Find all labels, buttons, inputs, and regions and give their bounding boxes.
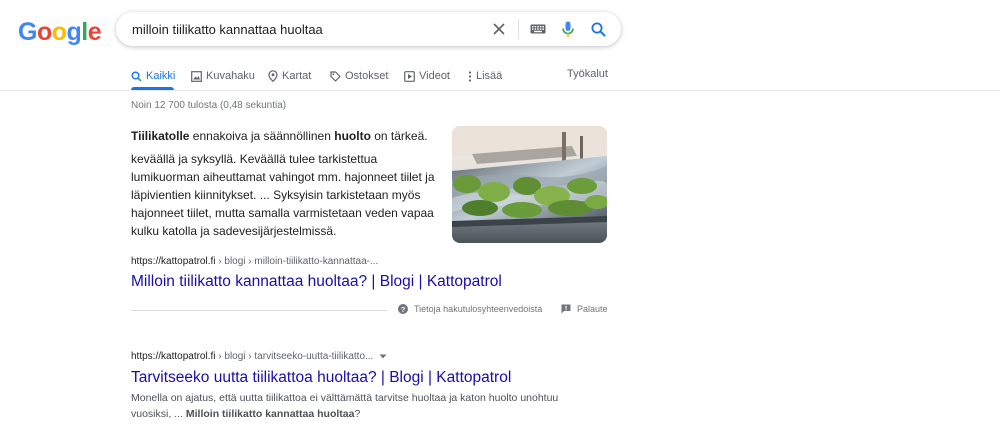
keyboard-icon — [530, 24, 546, 34]
featured-snippet-image[interactable] — [452, 126, 607, 243]
help-icon: ? — [398, 304, 408, 314]
google-logo[interactable]: Google — [18, 18, 102, 47]
tools-button[interactable]: Työkalut — [567, 68, 608, 80]
logo-letter: o — [36, 18, 52, 46]
svg-text:?: ? — [401, 305, 406, 314]
tab-kuvahaku[interactable]: Kuvahaku — [191, 68, 255, 84]
tab-kaikki[interactable]: Kaikki — [131, 68, 175, 84]
tab-label: Kuvahaku — [206, 70, 255, 82]
heading-text: on tärkeä. — [370, 129, 428, 143]
video-icon — [404, 70, 415, 82]
header-divider — [0, 90, 1000, 91]
snippet-bold: Milloin tiilikatto kannattaa huoltaa — [185, 408, 355, 420]
search-button[interactable] — [583, 12, 613, 46]
result-stats: Noin 12 700 tulosta (0,48 sekuntia) — [131, 100, 287, 111]
cite-domain: https://kattopatrol.fi — [131, 256, 216, 267]
feedback-label: Palaute — [577, 304, 608, 314]
result-link[interactable]: Tarvitseeko uutta tiilikattoa huoltaa? |… — [131, 369, 511, 387]
tab-kartat[interactable]: Kartat — [268, 68, 311, 84]
search-icon — [591, 22, 606, 37]
about-featured-snippets-link[interactable]: ? Tietoja hakutulosyhteenvedoista — [398, 304, 542, 314]
search-input[interactable] — [116, 12, 484, 46]
map-pin-icon — [268, 70, 278, 82]
heading-text: ennakoiva ja säännöllinen — [189, 129, 335, 143]
search-box — [116, 12, 621, 46]
roof-moss-image — [452, 126, 607, 243]
cite-path: › blogi › milloin-tiilikatto-kannattaa-.… — [215, 256, 379, 267]
tab-videot[interactable]: Videot — [404, 68, 450, 84]
tab-label: Videot — [419, 70, 450, 82]
tab-ostokset[interactable]: Ostokset — [330, 68, 388, 84]
tab-label: Kartat — [282, 70, 312, 82]
voice-search-button[interactable] — [553, 12, 583, 46]
logo-letter: e — [87, 18, 102, 46]
heading-bold: huolto — [334, 129, 371, 143]
snippet-divider — [131, 310, 387, 311]
clear-button[interactable] — [484, 12, 514, 46]
logo-letter: G — [18, 18, 37, 46]
tab-lisaa[interactable]: Lisää — [468, 68, 502, 84]
featured-snippet-cite: https://kattopatrol.fi › blogi › milloin… — [131, 256, 378, 267]
search-icon — [131, 71, 142, 82]
tab-label: Kaikki — [146, 70, 176, 82]
more-vert-icon — [468, 70, 472, 82]
feedback-link[interactable]: Palaute — [561, 304, 608, 314]
image-icon — [191, 70, 202, 82]
featured-snippet-heading: Tiilikatolle ennakoiva ja säännöllinen h… — [131, 128, 441, 144]
result-cite: https://kattopatrol.fi › blogi › tarvits… — [131, 351, 387, 362]
caret-down-icon[interactable] — [379, 354, 387, 359]
tab-label: Lisää — [476, 70, 503, 82]
about-label: Tietoja hakutulosyhteenvedoista — [414, 304, 543, 314]
mic-icon — [562, 21, 574, 37]
logo-letter: o — [51, 18, 67, 46]
result-snippet: Monella on ajatus, että uutta tiilikatto… — [131, 390, 571, 422]
featured-snippet-link[interactable]: Milloin tiilikatto kannattaa huoltaa? | … — [131, 273, 502, 291]
keyboard-button[interactable] — [523, 12, 553, 46]
heading-bold: Tiilikatolle — [131, 129, 190, 143]
search-tabs: Kaikki Kuvahaku Kartat Ostokset Videot L… — [131, 60, 607, 90]
featured-snippet-text: keväällä ja syksyllä. Keväällä tulee tar… — [131, 152, 435, 238]
search-divider — [518, 19, 519, 39]
tab-label: Ostokset — [345, 70, 389, 82]
feedback-icon — [561, 304, 571, 314]
tag-icon — [330, 70, 341, 82]
snippet-text: ? — [354, 408, 361, 420]
cite-domain: https://kattopatrol.fi — [131, 351, 216, 362]
cite-path: › blogi › tarvitseeko-uutta-tiilikatto..… — [215, 351, 374, 362]
close-icon — [493, 23, 505, 35]
logo-letter: g — [66, 18, 82, 46]
